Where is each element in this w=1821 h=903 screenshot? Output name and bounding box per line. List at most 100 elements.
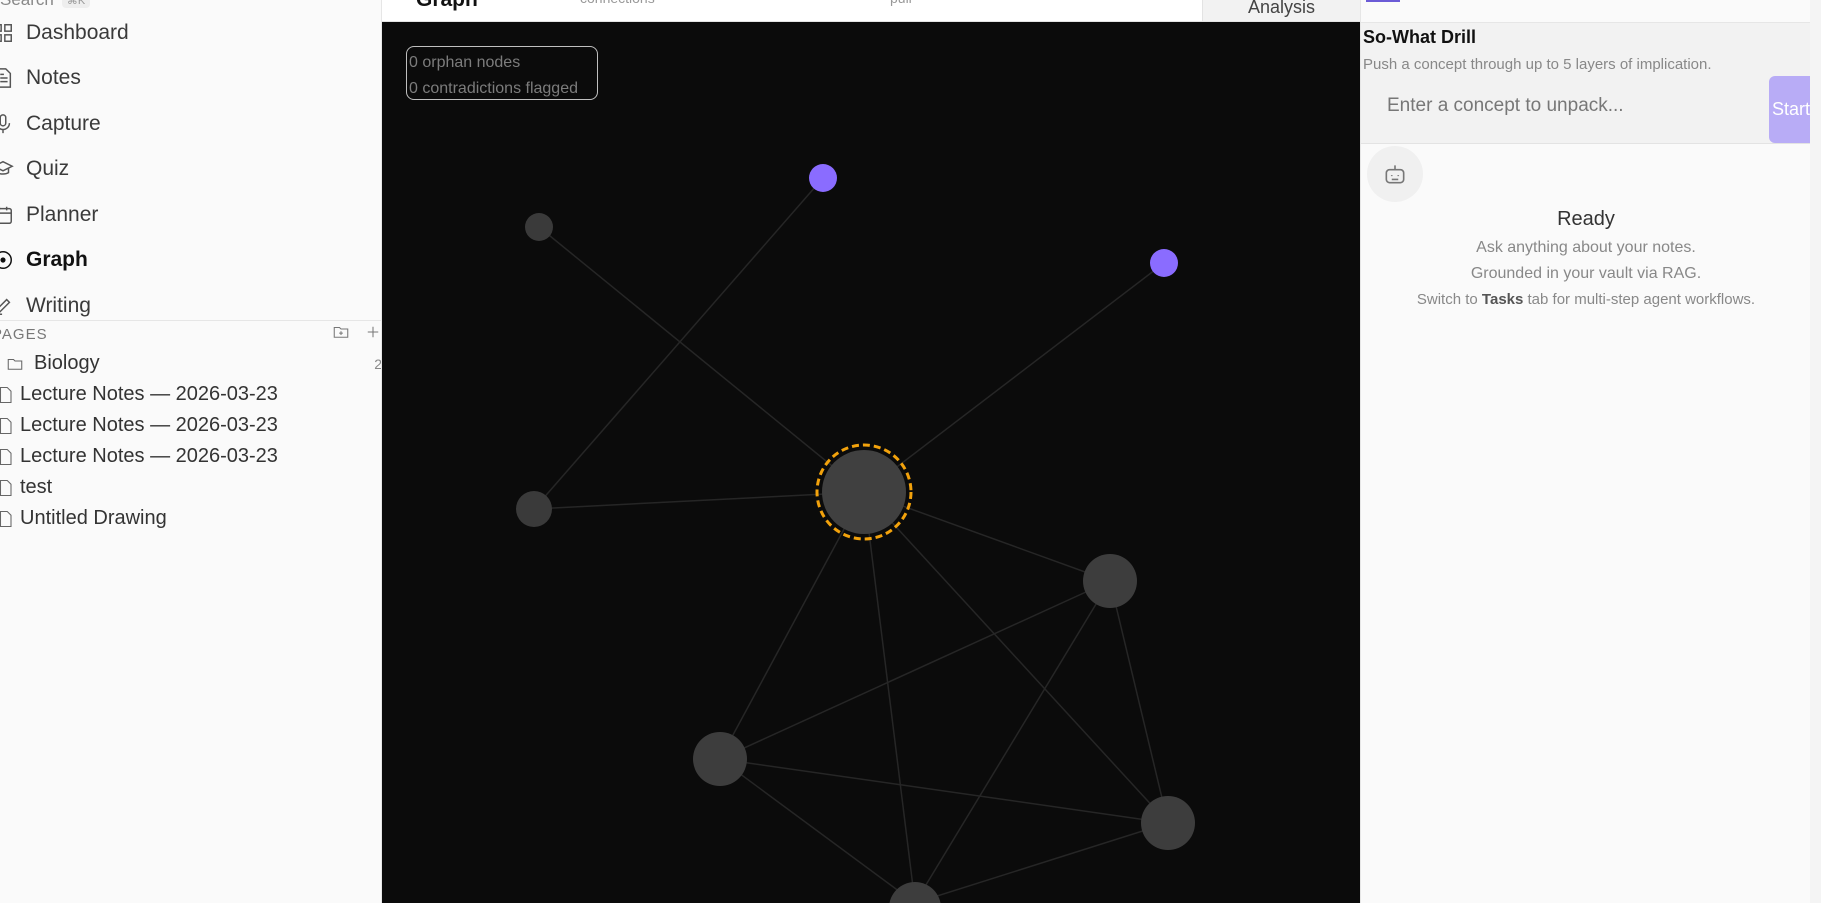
folder-label: Biology xyxy=(34,352,100,374)
search-shortcut-badge: ⌘K xyxy=(61,0,91,8)
graph-nodes xyxy=(516,164,1195,903)
graph-edge xyxy=(719,580,1111,760)
tree-file[interactable]: Untitled Drawing xyxy=(0,503,381,534)
search-label: Search xyxy=(0,0,54,10)
file-icon xyxy=(0,386,14,404)
assistant-avatar xyxy=(1367,146,1423,202)
app-window: Search ⌘K Dashboard Notes Capture xyxy=(0,0,1821,903)
sidebar-divider xyxy=(0,320,381,321)
tasks-link[interactable]: Tasks xyxy=(1482,291,1523,308)
active-tab-indicator xyxy=(1366,0,1400,2)
graph-edge xyxy=(719,491,865,760)
graph-node[interactable] xyxy=(889,882,941,903)
graph-node[interactable] xyxy=(525,213,553,241)
graph-node-tag[interactable] xyxy=(1150,249,1178,277)
nav-item-graph[interactable]: Graph xyxy=(0,238,381,284)
graph-edge xyxy=(719,758,916,903)
assistant-hint-1: Ask anything about your notes. xyxy=(1476,239,1696,256)
assistant-status: Ready xyxy=(1557,208,1615,230)
pencil-icon xyxy=(0,295,14,317)
graph-edge xyxy=(533,177,824,510)
start-button[interactable]: Start xyxy=(1769,76,1811,143)
add-page-icon[interactable] xyxy=(364,323,381,345)
pages-section-header: PAGES xyxy=(0,323,381,345)
file-label: Lecture Notes — 2026-03-23 xyxy=(20,414,278,436)
main-nav: Dashboard Notes Capture Quiz Planner Gra… xyxy=(0,10,381,329)
graduation-cap-icon xyxy=(0,158,14,180)
concept-input[interactable] xyxy=(1363,77,1771,135)
graph-node-tag[interactable] xyxy=(809,164,837,192)
file-label: test xyxy=(20,476,53,498)
graph-edge xyxy=(863,491,1169,824)
graph-edge xyxy=(863,491,916,903)
assistant-hint-2: Grounded in your vault via RAG. xyxy=(1470,265,1702,282)
grid-icon xyxy=(0,22,14,44)
header-subtitle-connections: connections xyxy=(580,0,655,6)
hint-prefix: Switch to xyxy=(1416,291,1482,308)
file-label: Untitled Drawing xyxy=(20,507,167,529)
assistant-panel: So-What Drill Push a concept through up … xyxy=(1360,0,1811,903)
file-label: Lecture Notes — 2026-03-23 xyxy=(20,445,278,467)
contradiction-count: 0 contradictions flagged xyxy=(409,80,578,97)
graph-node[interactable] xyxy=(1083,554,1137,608)
window-scrollbar[interactable] xyxy=(1810,0,1821,903)
bot-icon xyxy=(1385,165,1405,184)
nav-label-quiz: Quiz xyxy=(26,157,70,181)
assistant-hint-3: Switch to Tasks tab for multi-step agent… xyxy=(1361,291,1811,308)
nav-item-planner[interactable]: Planner xyxy=(0,192,381,238)
tree-file[interactable]: Lecture Notes — 2026-03-23 xyxy=(0,410,381,441)
nav-item-writing[interactable]: Writing xyxy=(0,283,381,329)
nav-label-notes: Notes xyxy=(26,66,81,90)
file-text-icon xyxy=(0,67,14,89)
nav-label-graph: Graph xyxy=(26,248,88,272)
header-subtitle-pull: pull xyxy=(890,0,912,6)
graph-canvas[interactable]: 0 orphan nodes 0 contradictions flagged xyxy=(382,22,1360,903)
so-what-drill: So-What Drill Push a concept through up … xyxy=(1361,23,1811,144)
file-icon xyxy=(0,448,14,466)
drill-title: So-What Drill xyxy=(1363,27,1476,47)
nav-label-planner: Planner xyxy=(26,202,99,226)
nav-label-capture: Capture xyxy=(26,111,101,135)
graph-header: Graph connections pull Analysis xyxy=(382,0,1360,22)
tree-file[interactable]: Lecture Notes — 2026-03-23 xyxy=(0,379,381,410)
tree-file[interactable]: Lecture Notes — 2026-03-23 xyxy=(0,441,381,472)
hint-suffix: tab for multi-step agent workflows. xyxy=(1523,291,1756,308)
nav-item-capture[interactable]: Capture xyxy=(0,101,381,147)
calendar-icon xyxy=(0,204,14,226)
file-icon xyxy=(0,479,14,497)
graph-edge xyxy=(719,758,1169,824)
graph-target-icon xyxy=(0,249,14,271)
drill-description: Push a concept through up to 5 layers of… xyxy=(1363,56,1712,73)
graph-edges xyxy=(533,177,1169,903)
mic-icon xyxy=(0,113,14,135)
tree-folder-biology[interactable]: Biology 2 xyxy=(0,348,382,379)
graph-node[interactable] xyxy=(516,491,552,527)
folder-count: 2 xyxy=(374,355,382,372)
nav-label-writing: Writing xyxy=(26,293,91,317)
graph-edge xyxy=(533,491,865,510)
graph-edge xyxy=(538,226,865,493)
sidebar: Search ⌘K Dashboard Notes Capture xyxy=(0,0,382,903)
folder-icon xyxy=(6,355,24,373)
graph-edge xyxy=(914,580,1111,903)
nav-item-quiz[interactable]: Quiz xyxy=(0,147,381,193)
nav-item-dashboard[interactable]: Dashboard xyxy=(0,10,381,56)
graph-node[interactable] xyxy=(1141,796,1195,850)
tab-analysis[interactable]: Analysis xyxy=(1202,0,1360,21)
graph-node[interactable] xyxy=(693,732,747,786)
graph-edge xyxy=(863,262,1165,493)
new-folder-icon[interactable] xyxy=(332,323,350,345)
page-tree: Biology 2 Lecture Notes — 2026-03-23 Lec… xyxy=(0,348,382,534)
graph-stats-box: 0 orphan nodes 0 contradictions flagged xyxy=(406,46,598,100)
graph-edge xyxy=(1109,580,1169,824)
pages-header-label: PAGES xyxy=(0,325,48,343)
nav-item-notes[interactable]: Notes xyxy=(0,56,381,102)
graph-node-selected[interactable] xyxy=(822,450,906,534)
graph-edge xyxy=(914,822,1169,903)
tree-file[interactable]: test xyxy=(0,472,381,503)
orphan-count: 0 orphan nodes xyxy=(409,54,521,71)
page-title: Graph xyxy=(416,0,478,12)
file-icon xyxy=(0,417,14,435)
graph-svg xyxy=(516,164,1195,903)
nav-label-dashboard: Dashboard xyxy=(26,20,129,44)
